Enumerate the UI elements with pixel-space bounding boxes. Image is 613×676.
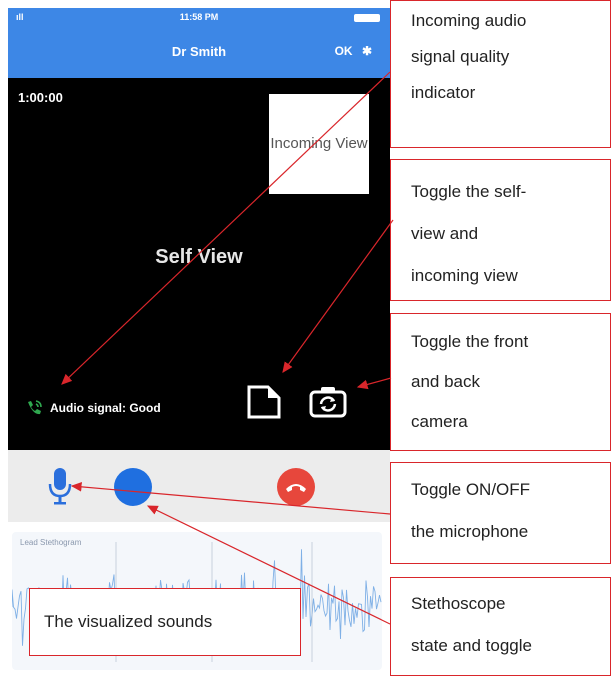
camera-flip-icon[interactable]: [308, 384, 348, 420]
status-time: 11:58 PM: [179, 12, 219, 22]
callout-line: Toggle the front: [411, 332, 529, 351]
callout-line: signal quality: [411, 47, 510, 66]
callout-line: Stethoscope: [411, 594, 506, 613]
nav-bar: Dr Smith OK ✱: [8, 28, 390, 78]
callout-line: Toggle the self-: [411, 182, 527, 201]
audio-signal-text: Audio signal: Good: [50, 401, 161, 415]
hangup-button[interactable]: [277, 468, 315, 506]
battery-icon: [354, 14, 380, 22]
phone-audio-icon: [28, 400, 42, 415]
callout-line: view and: [411, 224, 479, 243]
callout-line: state and toggle: [411, 636, 532, 655]
waveform-label: Lead Stethogram: [20, 538, 82, 547]
callout-line: the microphone: [411, 522, 529, 541]
hangup-icon: [286, 484, 306, 492]
callout-line: Incoming audio: [411, 11, 527, 30]
callout-toggle-camera: Toggle the front and back camera: [390, 313, 611, 451]
callout-line: Toggle ON/OFF: [411, 480, 531, 499]
callout-audio-quality: Incoming audio signal quality indicator: [390, 0, 611, 148]
microphone-icon[interactable]: [48, 466, 72, 506]
toggle-view-icon[interactable]: [246, 384, 282, 420]
self-view-label: Self View: [155, 246, 243, 268]
callout-line: indicator: [411, 83, 476, 102]
bluetooth-icon[interactable]: ✱: [362, 44, 372, 58]
callout-line: camera: [411, 412, 468, 431]
callout-line: incoming view: [411, 266, 518, 285]
audio-signal-indicator: Audio signal: Good: [24, 398, 161, 418]
call-timer: 1:00:00: [18, 90, 63, 105]
phone-screen: ıll 11:58 PM Dr Smith OK ✱ 1:00:00 Incom…: [8, 8, 390, 676]
status-bar: ıll 11:58 PM: [8, 8, 390, 28]
call-controls: [8, 450, 390, 522]
nav-title: Dr Smith: [171, 44, 227, 59]
stethoscope-button[interactable]: [114, 468, 152, 506]
callout-visualized-sounds: The visualized sounds: [29, 588, 301, 656]
incoming-view[interactable]: Incoming View: [269, 94, 369, 194]
callout-toggle-mic: Toggle ON/OFF the microphone: [390, 462, 611, 564]
callout-toggle-views: Toggle the self- view and incoming view: [390, 159, 611, 301]
nav-right-controls[interactable]: OK ✱: [335, 44, 372, 58]
video-area: 1:00:00 Incoming View Self View Audio si…: [8, 78, 390, 450]
callout-stethoscope: Stethoscope state and toggle: [390, 577, 611, 676]
callout-line: and back: [411, 372, 480, 391]
ok-label[interactable]: OK: [335, 44, 353, 58]
